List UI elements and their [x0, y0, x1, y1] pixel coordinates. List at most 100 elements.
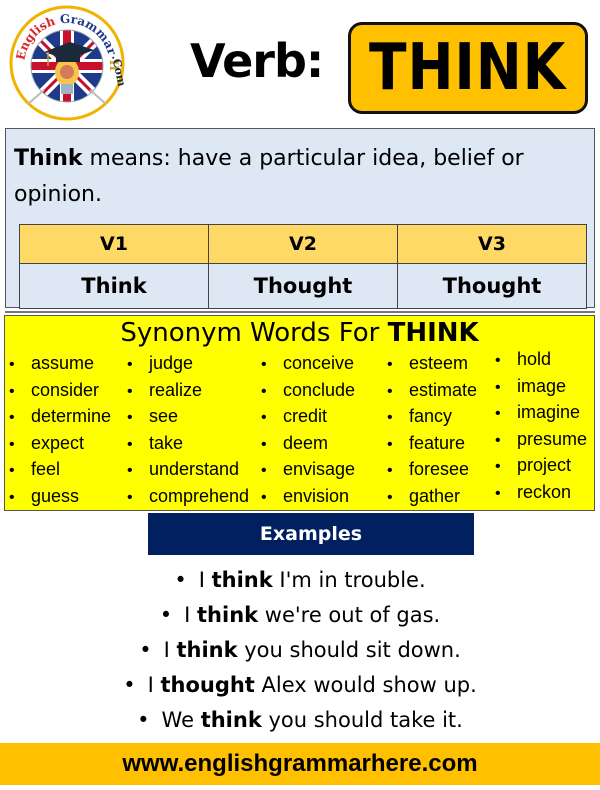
example-post: we're out of gas. [258, 603, 441, 627]
example-post: I'm in trouble. [272, 568, 426, 592]
bullet-icon: • [387, 488, 393, 506]
bullet-icon: • [174, 568, 187, 592]
bullet-icon: • [495, 352, 501, 369]
synonym-item: • assume [9, 350, 111, 377]
synonyms-title: Synonym Words For THINK [5, 316, 594, 350]
synonym-word: reckon [517, 481, 572, 502]
synonym-item: • esteem [387, 350, 477, 377]
bullet-icon: • [9, 462, 15, 479]
bullet-icon: • [261, 488, 267, 506]
verb-forms-value-row: Think Thought Thought [19, 263, 587, 309]
synonym-item: • foresee [387, 456, 477, 483]
example-verb: think [200, 708, 262, 732]
synonym-column-3: • conceive • conclude • credit • deem • envisage •… [261, 350, 355, 509]
synonym-item: • see [127, 403, 249, 430]
site-logo: English Grammar Here .Com [4, 0, 128, 122]
bullet-icon: • [387, 409, 393, 426]
example-verb: think [176, 638, 238, 662]
synonym-item: • guess [9, 483, 111, 510]
header-v2: V2 [208, 224, 398, 264]
synonym-item: • feel [9, 456, 111, 483]
synonym-item: • determine [9, 403, 111, 430]
synonym-item: • comprehend [127, 483, 249, 510]
synonym-word: envisage [283, 459, 356, 479]
bullet-icon: • [159, 603, 173, 627]
synonym-word: foresee [409, 459, 470, 479]
footer-url[interactable]: www.englishgrammarhere.com [122, 750, 477, 778]
synonym-column-2: • judge • realize • see • take • understand • compr… [127, 350, 249, 509]
synonym-item: • realize [127, 377, 249, 404]
synonym-word: assume [31, 353, 95, 373]
bullet-icon: • [127, 488, 133, 506]
bullet-icon: • [495, 378, 501, 396]
header-v1: V1 [19, 224, 209, 264]
synonym-item: • fancy [387, 403, 477, 430]
bullet-icon: • [127, 409, 133, 426]
synonym-item: • reckon [495, 479, 587, 506]
example-sentence: • We think you should take it. [0, 703, 600, 738]
synonym-word: guess [31, 485, 80, 506]
verb-forms-table: V1 V2 V3 Think Thought Thought [19, 224, 587, 309]
bullet-icon: • [495, 458, 501, 475]
verb-title-box: THINK [348, 22, 588, 114]
bullet-icon: • [127, 462, 133, 479]
synonym-word: project [517, 455, 572, 475]
example-post: Alex would show up. [254, 673, 477, 697]
bullet-icon: • [387, 356, 393, 373]
bullet-icon: • [9, 435, 15, 453]
bullet-icon: • [123, 673, 136, 697]
example-sentence: • I think you should sit down. [0, 633, 600, 668]
synonym-item: • estimate [387, 377, 477, 404]
bullet-icon: • [261, 409, 267, 426]
synonym-word: gather [409, 485, 461, 506]
synonyms-title-prefix: Synonym Words For [120, 318, 388, 348]
definition-meaning: means: have a particular idea, belief or… [14, 146, 524, 207]
section-divider [5, 311, 595, 313]
synonym-item: • hold [495, 346, 587, 373]
synonym-item: • judge [127, 350, 249, 377]
bullet-icon: • [127, 382, 133, 400]
example-sentence: • I think I'm in trouble. [0, 563, 600, 598]
bullet-icon: • [139, 638, 152, 662]
example-sentence: • I thought Alex would show up. [0, 668, 600, 703]
synonym-item: • envision [261, 483, 355, 510]
example-post: you should sit down. [237, 638, 461, 662]
synonym-word: fancy [409, 406, 453, 426]
synonym-item: • expect [9, 430, 111, 457]
bullet-icon: • [261, 462, 267, 479]
synonym-item: • consider [9, 377, 111, 404]
bullet-icon: • [127, 356, 133, 373]
synonym-item: • conceive [261, 350, 355, 377]
synonym-word: conceive [283, 353, 355, 373]
example-pre: I [147, 673, 161, 697]
bullet-icon: • [137, 708, 150, 732]
synonym-item: • image [495, 373, 587, 400]
synonym-item: • envisage [261, 456, 355, 483]
bullet-icon: • [9, 409, 15, 426]
bullet-icon: • [495, 431, 501, 449]
synonym-word: judge [149, 353, 194, 373]
synonym-word: determine [31, 406, 112, 426]
bullet-icon: • [261, 382, 267, 400]
bullet-icon: • [261, 356, 267, 373]
synonym-word: comprehend [149, 485, 250, 506]
example-pre: I [198, 568, 212, 592]
examples-header-label: Examples [259, 523, 363, 545]
synonym-word: deem [283, 432, 329, 453]
bullet-icon: • [495, 405, 501, 422]
definition-word: Think [14, 146, 83, 171]
bullet-icon: • [495, 484, 501, 502]
example-pre: I [184, 603, 198, 627]
synonym-word: take [149, 432, 184, 453]
example-pre: I [163, 638, 177, 662]
example-sentence: • I think we're out of gas. [0, 598, 600, 633]
synonym-word: feature [409, 432, 466, 453]
synonym-word: envision [283, 485, 350, 506]
synonym-item: • gather [387, 483, 477, 510]
synonym-word: estimate [409, 379, 478, 400]
example-post: you should take it. [261, 708, 463, 732]
synonym-word: esteem [409, 353, 469, 373]
definition-text: Think means: have a particular idea, bel… [14, 141, 584, 213]
bullet-icon: • [387, 462, 393, 479]
synonym-item: • imagine [495, 399, 587, 426]
